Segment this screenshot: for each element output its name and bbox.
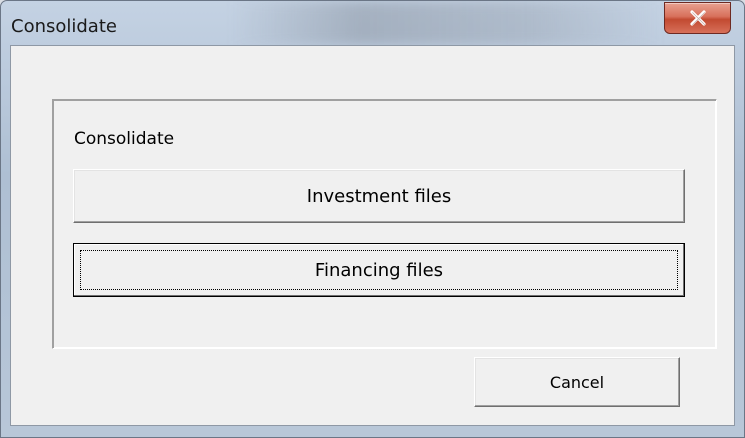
cancel-button[interactable]: Cancel	[474, 357, 680, 407]
close-x-icon	[688, 10, 708, 26]
dialog-client-area: Consolidate Investment files Financing f…	[10, 45, 735, 426]
window-title: Consolidate	[11, 16, 117, 37]
cancel-label: Cancel	[549, 372, 605, 392]
investment-files-label: Investment files	[306, 185, 452, 207]
consolidate-frame: Consolidate Investment files Financing f…	[52, 99, 717, 349]
frame-label: Consolidate	[74, 129, 175, 149]
investment-files-button[interactable]: Investment files	[73, 169, 685, 223]
close-button[interactable]	[664, 2, 731, 34]
dialog-window: Consolidate Consolidate Investment files…	[0, 0, 745, 438]
financing-files-label: Financing files	[314, 259, 444, 281]
titlebar[interactable]: Consolidate	[1, 1, 744, 45]
financing-files-button[interactable]: Financing files	[73, 243, 685, 297]
